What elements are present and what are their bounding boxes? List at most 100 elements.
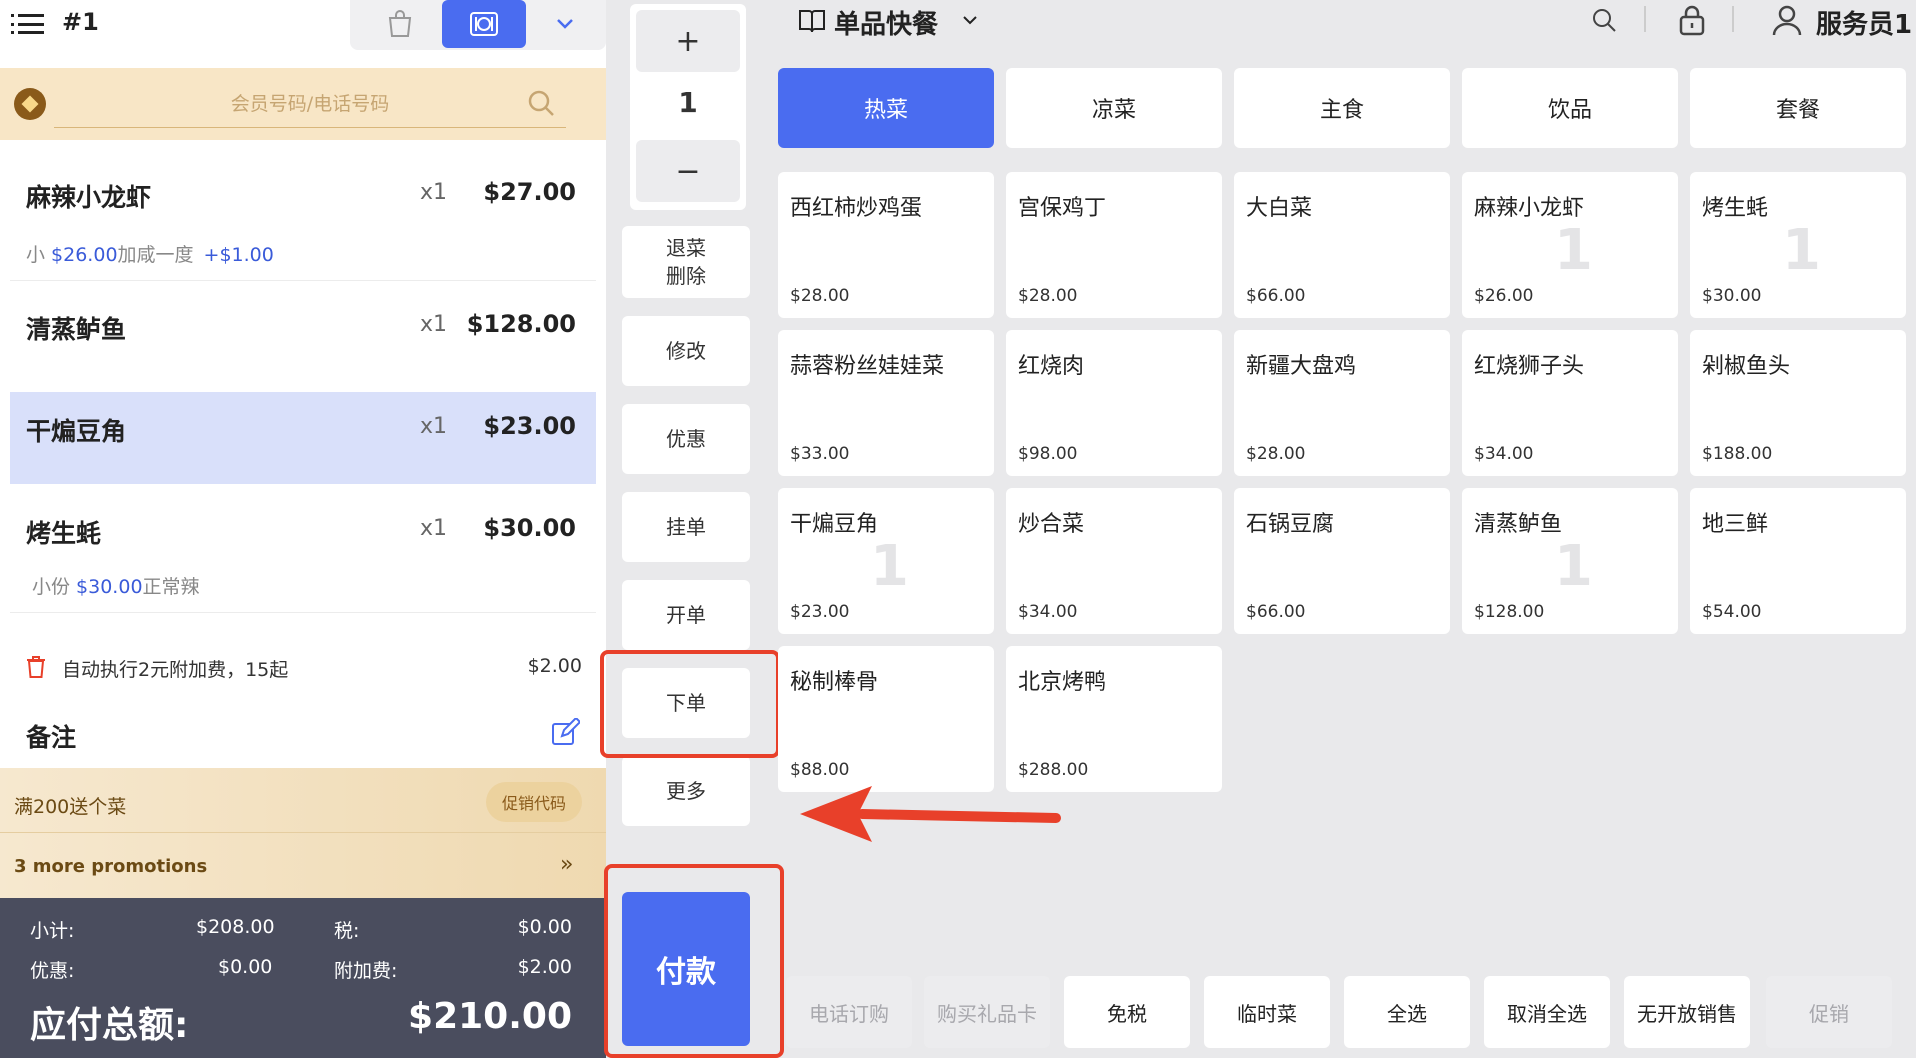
- category-tab-combo[interactable]: 套餐: [1690, 68, 1906, 148]
- search-icon[interactable]: [526, 88, 556, 118]
- buy-gift-card-button[interactable]: 购买礼品卡: [924, 976, 1050, 1048]
- open-order-button[interactable]: 开单: [622, 580, 750, 650]
- cart-item-modifiers: 小份 $30.00正常辣: [32, 576, 200, 598]
- dish-name: 大白菜: [1246, 196, 1313, 221]
- dish-cart-count: 1: [870, 534, 909, 599]
- dish-tile[interactable]: 1 清蒸鲈鱼 $128.00: [1462, 488, 1678, 634]
- double-chevron-right-icon[interactable]: »: [560, 852, 573, 877]
- dish-name: 红烧狮子头: [1474, 354, 1585, 379]
- dish-tile[interactable]: 炒合菜 $34.00: [1006, 488, 1222, 634]
- notes-row[interactable]: 备注: [0, 706, 606, 768]
- grand-total-label: 应付总额:: [30, 1005, 189, 1046]
- discount-value: $0.00: [218, 956, 273, 978]
- user-name[interactable]: 服务员1: [1816, 4, 1912, 41]
- void-delete-button[interactable]: 退菜 删除: [622, 226, 750, 298]
- dish-tile[interactable]: 剁椒鱼头 $188.00: [1690, 330, 1906, 476]
- subtotal-label: 小计:: [30, 920, 75, 942]
- takeout-bag-icon[interactable]: [358, 0, 442, 48]
- dish-name: 地三鲜: [1702, 512, 1769, 537]
- dish-tile[interactable]: 北京烤鸭 $288.00: [1006, 646, 1222, 792]
- dish-name: 剁椒鱼头: [1702, 354, 1791, 379]
- chevron-down-icon[interactable]: [550, 12, 580, 36]
- dish-tile[interactable]: 石锅豆腐 $66.00: [1234, 488, 1450, 634]
- modify-button[interactable]: 修改: [622, 316, 750, 386]
- dish-name: 秘制棒骨: [790, 670, 879, 695]
- notes-label: 备注: [26, 723, 77, 752]
- search-icon[interactable]: [1590, 6, 1618, 34]
- edit-icon[interactable]: [550, 716, 582, 748]
- member-diamond-icon: [14, 88, 46, 120]
- member-search-input[interactable]: [54, 80, 566, 128]
- lock-icon[interactable]: [1678, 4, 1706, 36]
- dish-tile[interactable]: 红烧肉 $98.00: [1006, 330, 1222, 476]
- cart-item-name: 清蒸鲈鱼: [26, 315, 127, 344]
- increment-button[interactable]: +: [636, 10, 740, 72]
- annotation-arrow: [800, 786, 1061, 842]
- chevron-down-icon[interactable]: [960, 10, 980, 30]
- promotion-button[interactable]: 促销: [1766, 976, 1892, 1048]
- no-open-sale-button[interactable]: 无开放销售: [1624, 976, 1750, 1048]
- promotion-title: 满200送个菜: [14, 796, 127, 818]
- book-icon: [798, 8, 826, 34]
- dish-name: 北京烤鸭: [1018, 670, 1107, 695]
- dish-name: 红烧肉: [1018, 354, 1085, 379]
- promotion-panel: 满200送个菜 促销代码 3 more promotions »: [0, 768, 606, 898]
- more-button[interactable]: 更多: [622, 756, 750, 826]
- dine-in-plate-icon[interactable]: [442, 0, 526, 48]
- cart-item[interactable]: 清蒸鲈鱼 x1 $128.00: [0, 282, 606, 382]
- discount-button[interactable]: 优惠: [622, 404, 750, 474]
- list-menu-icon[interactable]: [11, 14, 44, 34]
- cart-item-qty: x1: [420, 312, 448, 337]
- cart-item-price: $23.00: [483, 412, 576, 440]
- dish-name: 西红柿炒鸡蛋: [790, 196, 923, 221]
- category-tab-cold[interactable]: 凉菜: [1006, 68, 1222, 148]
- dish-tile[interactable]: 红烧狮子头 $34.00: [1462, 330, 1678, 476]
- tax-exempt-button[interactable]: 免税: [1064, 976, 1190, 1048]
- dish-tile[interactable]: 大白菜 $66.00: [1234, 172, 1450, 318]
- cart-item[interactable]: 烤生蚝 x1 $30.00 小份 $30.00正常辣: [0, 490, 606, 610]
- cart-item-price: $30.00: [483, 514, 576, 542]
- dish-tile[interactable]: 秘制棒骨 $88.00: [778, 646, 994, 792]
- cart-item[interactable]: 麻辣小龙虾 x1 $27.00 小 $26.00加咸一度 +$1.00: [0, 150, 606, 278]
- dish-tile[interactable]: 地三鲜 $54.00: [1690, 488, 1906, 634]
- category-tab-staple[interactable]: 主食: [1234, 68, 1450, 148]
- dish-tile[interactable]: 1 麻辣小龙虾 $26.00: [1462, 172, 1678, 318]
- hold-order-button[interactable]: 挂单: [622, 492, 750, 562]
- dish-name: 干煸豆角: [790, 512, 879, 537]
- dish-price: $34.00: [1018, 602, 1078, 622]
- temporary-dish-button[interactable]: 临时菜: [1204, 976, 1330, 1048]
- category-tab-hot[interactable]: 热菜: [778, 68, 994, 148]
- tax-label: 税:: [334, 920, 360, 942]
- promo-code-button[interactable]: 促销代码: [486, 782, 582, 822]
- dish-name: 石锅豆腐: [1246, 512, 1335, 537]
- dish-price: $23.00: [790, 602, 850, 622]
- category-tab-drinks[interactable]: 饮品: [1462, 68, 1678, 148]
- dish-tile[interactable]: 新疆大盘鸡 $28.00: [1234, 330, 1450, 476]
- divider: [10, 612, 596, 613]
- dish-price: $88.00: [790, 760, 850, 780]
- dish-tile[interactable]: 西红柿炒鸡蛋 $28.00: [778, 172, 994, 318]
- menu-title[interactable]: 单品快餐: [834, 4, 938, 41]
- order-type-switch: [350, 0, 606, 50]
- quantity-value: 1: [678, 86, 698, 119]
- menu-area: 单品快餐 服务员1 热菜 凉菜 主食 饮品 套餐 西红柿炒鸡蛋 $28.00 宫保…: [766, 0, 1916, 1058]
- dish-tile[interactable]: 宫保鸡丁 $28.00: [1006, 172, 1222, 318]
- dish-tile[interactable]: 1 烤生蚝 $30.00: [1690, 172, 1906, 318]
- trash-icon[interactable]: [26, 655, 46, 679]
- user-icon[interactable]: [1772, 4, 1802, 36]
- decrement-button[interactable]: −: [636, 140, 740, 202]
- cart-item-price: $128.00: [466, 310, 576, 338]
- more-promotions-link[interactable]: 3 more promotions: [14, 856, 207, 877]
- phone-order-button[interactable]: 电话订购: [786, 976, 912, 1048]
- dish-tile[interactable]: 蒜蓉粉丝娃娃菜 $33.00: [778, 330, 994, 476]
- tax-value: $0.00: [517, 916, 572, 938]
- select-all-button[interactable]: 全选: [1344, 976, 1470, 1048]
- dish-name: 蒜蓉粉丝娃娃菜: [790, 354, 945, 379]
- dish-price: $28.00: [1018, 286, 1078, 306]
- subtotal-value: $208.00: [196, 916, 275, 938]
- cart-item-selected[interactable]: 干煸豆角 x1 $23.00: [10, 392, 596, 484]
- deselect-all-button[interactable]: 取消全选: [1484, 976, 1610, 1048]
- dish-tile[interactable]: 1 干煸豆角 $23.00: [778, 488, 994, 634]
- divider: [1644, 6, 1646, 32]
- dish-price: $30.00: [1702, 286, 1762, 306]
